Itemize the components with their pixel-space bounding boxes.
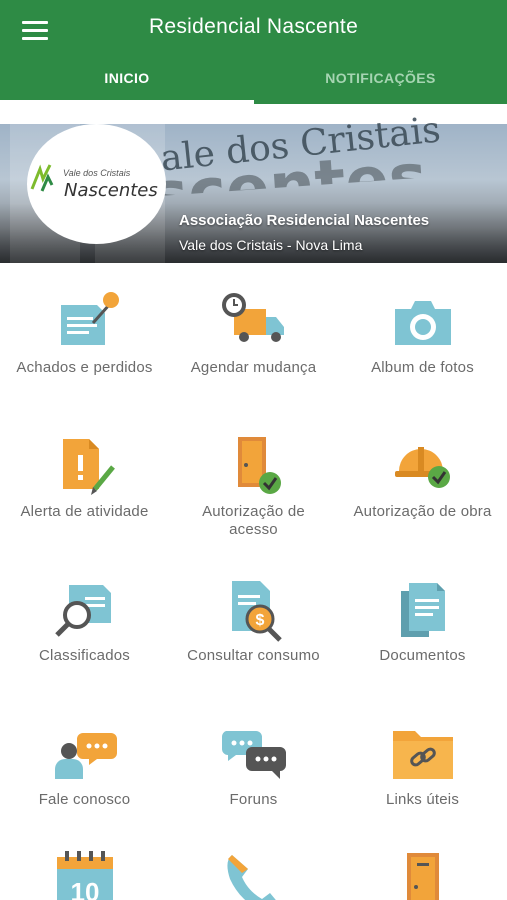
- tile-label: Foruns: [229, 791, 278, 808]
- camera-icon: [394, 301, 451, 345]
- tile-classificados[interactable]: Classificados: [0, 575, 169, 665]
- tile-achados-perdidos[interactable]: Achados e perdidos: [0, 287, 169, 377]
- calendar-icon: 10: [56, 851, 113, 900]
- app-title: Residencial Nascente: [148, 15, 359, 38]
- association-title: Associação Residencial Nascentes: [179, 212, 430, 229]
- tile-door[interactable]: [338, 847, 507, 900]
- lost-found-icon: [60, 292, 119, 345]
- tile-agendar-mudanca[interactable]: Agendar mudança: [169, 287, 338, 377]
- forum-bubbles-icon: [221, 731, 286, 779]
- tile-label: Consultar consumo: [187, 647, 320, 664]
- tile-label: Documentos: [379, 647, 466, 664]
- tile-label: Achados e perdidos: [16, 359, 153, 376]
- hardhat-check-icon: [394, 447, 450, 488]
- classifieds-search-icon: [54, 585, 111, 637]
- leaf-logo-icon: [30, 164, 54, 192]
- calendar-day-text: 10: [70, 877, 99, 900]
- tab-inicio[interactable]: INICIO: [0, 70, 254, 104]
- tile-label: Autorização de acesso: [202, 503, 305, 538]
- tile-links-uteis[interactable]: Links úteis: [338, 719, 507, 809]
- tile-label: Alerta de atividade: [20, 503, 149, 520]
- chat-person-icon: [54, 733, 117, 779]
- logo-big-text: Nascentes: [64, 180, 158, 201]
- tile-calendar[interactable]: 10: [0, 847, 169, 900]
- consumption-search-icon: $: [231, 581, 282, 642]
- folder-link-icon: [392, 731, 453, 779]
- tile-fale-conosco[interactable]: Fale conosco: [0, 719, 169, 809]
- association-subtitle: Vale dos Cristais - Nova Lima: [179, 237, 363, 253]
- alert-document-icon: [62, 439, 115, 495]
- tile-label: Agendar mudança: [190, 359, 317, 376]
- tab-notificacoes[interactable]: NOTIFICAÇÕES: [254, 70, 507, 104]
- app-bar: Residencial Nascente INICIO NOTIFICAÇÕES: [0, 0, 507, 104]
- tile-label: Links úteis: [385, 791, 460, 808]
- moving-truck-icon: [221, 293, 284, 342]
- tile-album-fotos[interactable]: Album de fotos: [338, 287, 507, 377]
- tile-autorizacao-obra[interactable]: Autorização de obra: [338, 431, 507, 521]
- tile-foruns[interactable]: Foruns: [169, 719, 338, 809]
- tile-label: Fale conosco: [38, 791, 131, 808]
- svg-text:$: $: [255, 612, 264, 629]
- tile-label: Classificados: [39, 647, 130, 664]
- tile-documentos[interactable]: Documentos: [338, 575, 507, 665]
- tile-label: Album de fotos: [371, 359, 474, 376]
- logo-small-text: Vale dos Cristais: [63, 168, 131, 178]
- phone-icon: [226, 855, 276, 900]
- door-check-icon: [237, 437, 281, 494]
- tile-label: Autorização de obra: [353, 503, 492, 520]
- tile-autorizacao-acesso[interactable]: Autorização de acesso: [169, 431, 338, 539]
- tile-alerta-atividade[interactable]: Alerta de atividade: [0, 431, 169, 521]
- documents-icon: [400, 583, 445, 637]
- door-icon: [406, 853, 439, 900]
- active-tab-indicator: [0, 100, 254, 104]
- tile-consultar-consumo[interactable]: $ Consultar consumo: [169, 575, 338, 665]
- tile-phone[interactable]: [169, 847, 338, 900]
